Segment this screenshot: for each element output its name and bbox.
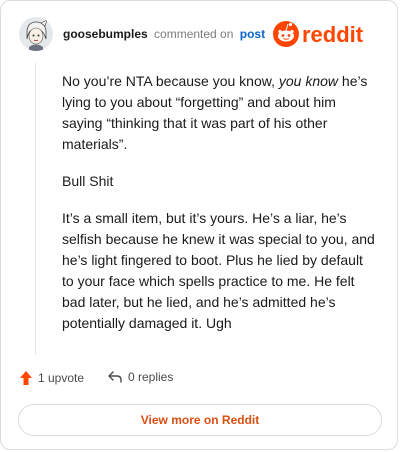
embedded-comment-card: goosebumples commented on post reddit No… — [0, 0, 398, 450]
comment-footer: 1 upvote 0 replies — [19, 370, 379, 390]
upvote-arrow-icon — [20, 371, 32, 385]
comment-header: goosebumples commented on post reddit — [19, 17, 381, 53]
replies-button[interactable]: 0 replies — [107, 370, 173, 384]
username[interactable]: goosebumples — [63, 27, 148, 41]
upvote-count: 1 upvote — [38, 371, 85, 385]
user-avatar[interactable] — [19, 17, 53, 51]
action-text: commented on — [154, 27, 234, 41]
comment-paragraph: No you’re NTA because you know, you know… — [62, 71, 378, 155]
reddit-wordmark: reddit — [302, 22, 364, 47]
reddit-logo[interactable]: reddit — [271, 17, 381, 51]
comment-meta: goosebumples commented on post — [63, 27, 265, 41]
view-more-button[interactable]: View more on Reddit — [18, 404, 382, 436]
comment-body: No you’re NTA because you know, you know… — [62, 71, 378, 350]
avatar-illustration-icon — [19, 17, 53, 51]
upvote-button[interactable]: 1 upvote — [19, 370, 84, 386]
comment-emphasis: you know — [278, 73, 339, 89]
comment-paragraph: Bull Shit — [62, 173, 114, 189]
comment-text: No you’re NTA because you know, — [62, 73, 279, 89]
post-link[interactable]: post — [240, 27, 265, 41]
replies-count: 0 replies — [128, 370, 174, 384]
reply-arrow-icon — [108, 371, 122, 383]
thread-line — [35, 63, 36, 355]
comment-paragraph: It’s a small item, but it’s yours. He’s … — [62, 210, 375, 331]
view-more-label: View more on Reddit — [140, 413, 260, 427]
